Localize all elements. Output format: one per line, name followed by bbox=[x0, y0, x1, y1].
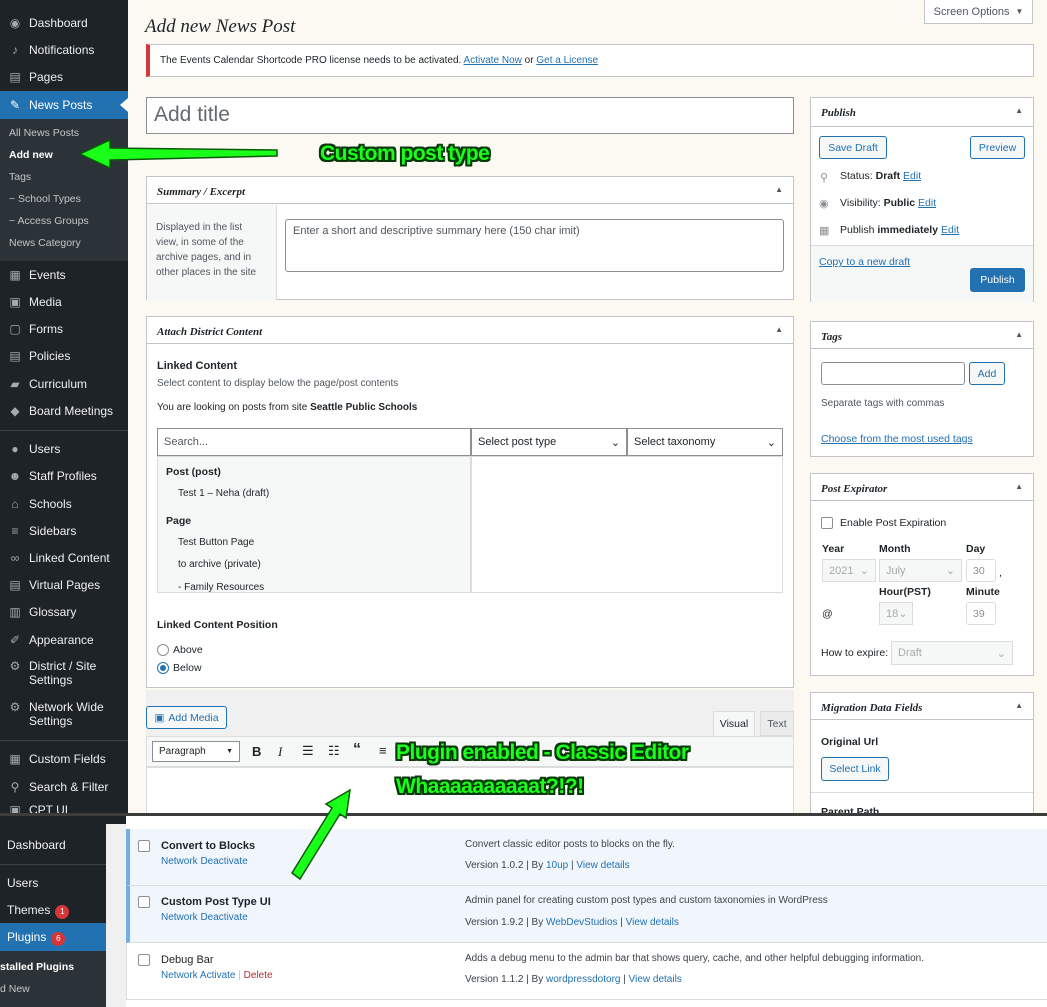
annotation-plugin-enabled: Plugin enabled - Classic Editor bbox=[396, 741, 689, 764]
arrow-plugin-enabled bbox=[291, 788, 351, 881]
annotation-arrows bbox=[78, 138, 351, 881]
annotation-custom-post-type: Custom post type bbox=[320, 142, 490, 165]
annotation-whaat: Whaaaaaaaaaat?!?! bbox=[396, 775, 584, 798]
arrow-custom-post-type bbox=[78, 138, 278, 170]
